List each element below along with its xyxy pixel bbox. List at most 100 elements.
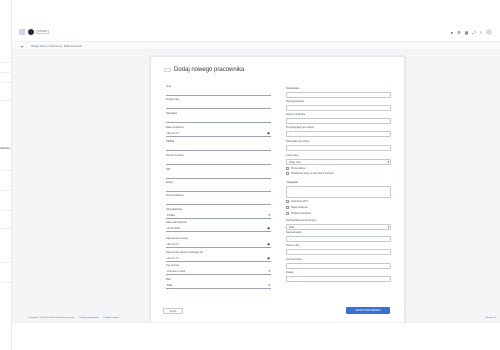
checkbox[interactable] — [286, 200, 289, 203]
cancel-button[interactable]: Anuluj — [163, 308, 183, 314]
text-input[interactable] — [286, 118, 391, 124]
field-label: Numer dowodu — [166, 154, 184, 157]
chevron-down-icon[interactable]: ▾ — [268, 269, 270, 274]
field-label: Numer rachunku — [286, 113, 306, 116]
text-input[interactable] — [286, 131, 391, 137]
checkbox[interactable] — [286, 167, 289, 170]
breadcrumb[interactable]: Miesiąc Mienne / Pracownicy / Dodaj Prac… — [31, 45, 82, 48]
text-input[interactable] — [286, 92, 391, 98]
field-label: NIP — [166, 168, 171, 171]
form-field: Numer rachunku — [286, 113, 391, 124]
select-input[interactable]: Polska ▾ — [166, 213, 271, 219]
select-input[interactable]: Umowa o pracę ▾ — [166, 269, 271, 275]
notes-textarea[interactable] — [286, 186, 391, 198]
menu-icon[interactable]: ≡ — [480, 30, 482, 35]
workspace-selector[interactable]: ekla.space — [36, 30, 49, 34]
sidebar-nav-label[interactable]: Odbiórka — [0, 147, 10, 150]
calendar-icon[interactable]: ▣ — [267, 131, 270, 136]
calendar-icon[interactable]: ▣ — [267, 242, 270, 247]
card-header: Dodaj nowego pracownika — [164, 67, 244, 73]
field-value: Umowa o pracę — [167, 270, 186, 273]
form-field: Wynagrodzenie — [286, 100, 391, 111]
user-avatar[interactable] — [486, 29, 492, 35]
field-value: Brak — [167, 284, 173, 287]
form-field: Email — [166, 181, 271, 192]
checkbox-option[interactable]: Praca zdalna — [286, 167, 305, 170]
checkbox[interactable] — [286, 212, 289, 215]
select-input[interactable]: Brak ▾ — [286, 224, 391, 230]
cookies-link[interactable]: Polityka cookies — [104, 317, 120, 319]
field-label: Data zatrudnienia — [166, 221, 187, 224]
field-label: Data końca umowy — [166, 237, 189, 240]
form-field: Czas pracy Pełny etat ▾ — [286, 154, 391, 165]
version-link[interactable]: Wersja 1.0 — [486, 317, 496, 319]
chevron-down-icon[interactable]: ▾ — [268, 213, 270, 218]
text-input[interactable] — [166, 173, 271, 179]
text-input[interactable] — [286, 249, 391, 255]
text-input[interactable] — [166, 103, 271, 109]
field-value: dd.mm.rrrr — [167, 243, 180, 246]
checkbox-option[interactable]: Status studenta — [286, 206, 308, 209]
form-field: Pozostałe dni urlopu — [286, 140, 391, 151]
sidebar-divider — [0, 262, 11, 263]
footer-text: Copyright © 2014-2024 ekla. All rights r… — [28, 317, 119, 319]
text-input[interactable] — [166, 159, 271, 165]
save-employee-button[interactable]: ZAPISZ PRACOWNIKA — [346, 307, 390, 314]
field-label: Kod pocztowy — [286, 258, 303, 261]
text-input[interactable] — [166, 186, 271, 192]
select-input[interactable]: Brak ▾ — [166, 283, 271, 289]
chevron-down-icon[interactable]: ▾ — [387, 225, 389, 230]
text-input[interactable] — [286, 145, 391, 151]
chevron-down-icon[interactable]: ▾ — [387, 160, 389, 165]
field-label: Drugie imię — [166, 98, 180, 101]
sidebar-divider — [0, 190, 11, 191]
text-input[interactable] — [166, 199, 271, 205]
topbar — [12, 26, 500, 37]
notification-icon[interactable]: ● — [451, 30, 453, 35]
text-input[interactable] — [286, 105, 391, 111]
topbar-icons: ● ⚙ ▦ ⤢ ≡ — [451, 29, 492, 35]
field-label: Uwagi — [286, 271, 294, 274]
field-label: Numer telefonu — [166, 194, 184, 197]
checkbox-label: Wrażliwość pracy w warunkach trudnych — [291, 172, 335, 175]
field-label: Rodzaj Dokumentu/Zeszyt — [286, 219, 317, 222]
date-input[interactable]: dd.mm.rrrr ▣ — [166, 242, 271, 248]
expand-icon[interactable]: ⤢ — [472, 30, 475, 35]
sidebar-divider — [0, 62, 11, 63]
form-field: Uwagi — [286, 271, 391, 282]
select-input[interactable]: Pełny etat ▾ — [286, 159, 391, 165]
chevron-down-icon[interactable]: ▾ — [268, 283, 270, 288]
text-input[interactable] — [166, 145, 271, 151]
checkbox-label: Praktyki zawodowe — [291, 212, 312, 215]
app-logo[interactable] — [19, 29, 25, 35]
settings-icon[interactable]: ⚙ — [457, 30, 461, 35]
field-label: Przysługujący dni urlopu — [286, 126, 315, 129]
back-arrow-icon[interactable]: ⇤ — [21, 44, 24, 49]
calendar-icon[interactable]: ▣ — [267, 256, 270, 261]
checkbox-option[interactable]: Wrażliwość pracy w warunkach trudnych — [286, 172, 334, 175]
text-input[interactable] — [286, 236, 391, 242]
date-input[interactable]: dd.mm.rrrr ▣ — [166, 256, 271, 262]
text-input[interactable] — [166, 117, 271, 123]
form-field: Data zatrudnienia 30.10.2024 ▣ — [166, 221, 271, 232]
sidebar-divider — [0, 228, 11, 229]
breadcrumb-bar — [12, 41, 500, 50]
checkbox[interactable] — [286, 206, 289, 209]
text-input[interactable] — [166, 90, 271, 96]
privacy-link[interactable]: Polityka prywatności — [79, 317, 99, 319]
checkbox-option[interactable]: Zwolnienie ZUS — [286, 200, 308, 203]
text-input[interactable] — [286, 263, 391, 269]
form-field: Imię — [166, 85, 271, 96]
date-input[interactable]: dd.mm.rrrr ▣ — [166, 131, 271, 137]
brand-icon[interactable] — [28, 29, 34, 35]
text-input[interactable] — [286, 276, 391, 282]
grid-icon[interactable]: ▦ — [465, 30, 469, 35]
page-title: Dodaj nowego pracownika — [174, 67, 245, 73]
checkbox-label: Status studenta — [291, 206, 308, 209]
date-input[interactable]: 30.10.2024 ▣ — [166, 226, 271, 232]
calendar-icon[interactable]: ▣ — [267, 226, 270, 231]
form-field: Nazwisko — [166, 112, 271, 123]
field-label: Czas pracy — [286, 154, 299, 157]
checkbox[interactable] — [286, 172, 289, 175]
checkbox-option[interactable]: Praktyki zawodowe — [286, 212, 311, 215]
